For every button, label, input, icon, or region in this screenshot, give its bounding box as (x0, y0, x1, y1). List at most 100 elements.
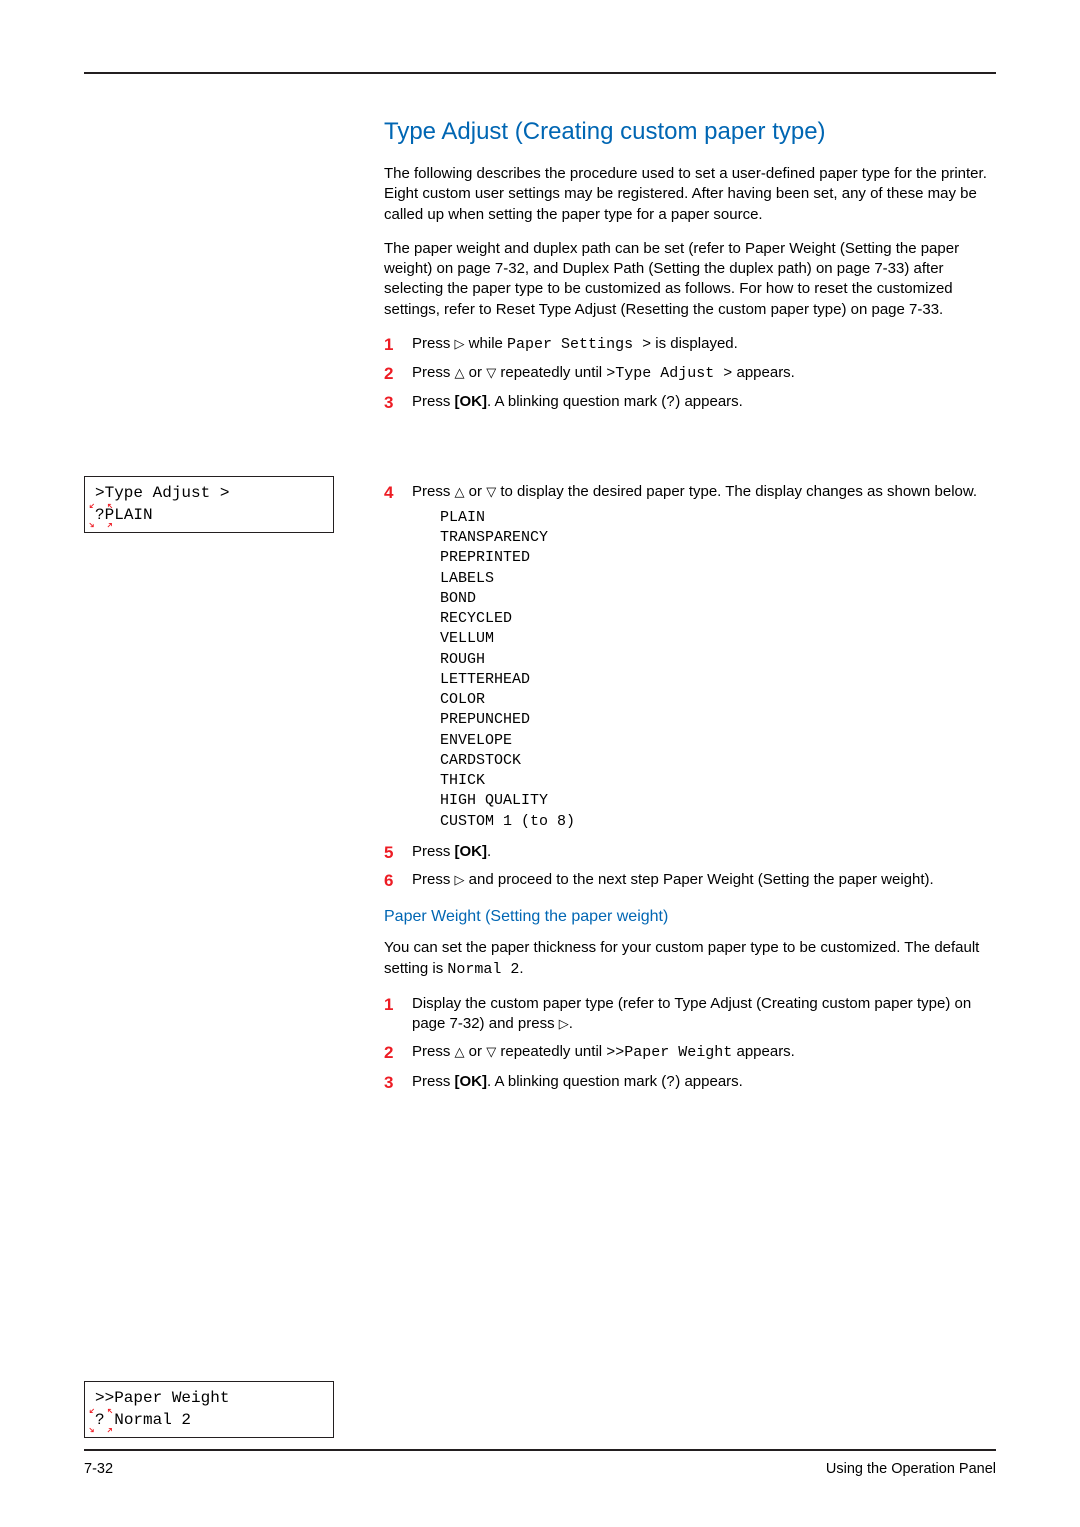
step-text: . A blinking question mark ( (487, 1073, 666, 1090)
step-text: is displayed. (651, 335, 738, 352)
step-text: appears. (732, 1043, 795, 1060)
paper-types-list: PLAINTRANSPARENCYPREPRINTEDLABELSBONDREC… (412, 508, 988, 832)
step-item: Press △ or ▽ repeatedly until >>Paper We… (384, 1042, 988, 1063)
paper-type-item: HIGH QUALITY (440, 791, 988, 811)
spacer (84, 118, 356, 476)
step-item: Press △ or ▽ repeatedly until >Type Adju… (384, 363, 988, 384)
code-text: >>Paper Weight (606, 1044, 732, 1061)
lcd-line-2: ➔ ➔ ➔ ➔ ? PLAIN (95, 505, 323, 527)
step-text: Press (412, 335, 455, 352)
step-text: while (465, 335, 508, 352)
cursor-char: ? (95, 1411, 105, 1429)
paper-type-item: VELLUM (440, 629, 988, 649)
steps-list: Press ▷ while Paper Settings > is displa… (384, 334, 988, 891)
step-text: Press (412, 364, 455, 381)
paper-type-item: PREPRINTED (440, 548, 988, 568)
sub-intro-text: . (519, 960, 523, 977)
right-column: Type Adjust (Creating custom paper type)… (384, 118, 996, 1449)
spacer (412, 414, 988, 474)
spacer (84, 533, 356, 1381)
code-text: ? (666, 1074, 675, 1091)
paper-type-item: CUSTOM 1 (to 8) (440, 812, 988, 832)
code-text: >Type Adjust > (606, 365, 732, 382)
step-item: Press [OK]. A blinking question mark (?)… (384, 392, 988, 473)
down-arrow-icon: ▽ (486, 1044, 496, 1059)
footer: 7-32 Using the Operation Panel (84, 1449, 996, 1477)
step-text: or (465, 1043, 487, 1060)
step-text: Display the custom paper type (refer to … (412, 995, 971, 1032)
step-text: . (487, 843, 491, 860)
page-number: 7-32 (84, 1461, 113, 1477)
cursor-arrow-icon: ➔ (84, 520, 96, 532)
paper-type-item: CARDSTOCK (440, 751, 988, 771)
up-arrow-icon: △ (455, 365, 465, 380)
step-text: and proceed to the next step Paper Weigh… (465, 871, 934, 888)
up-arrow-icon: △ (455, 1044, 465, 1059)
section-heading: Type Adjust (Creating custom paper type) (384, 118, 988, 146)
step-text: repeatedly until (496, 364, 606, 381)
right-arrow-icon: ▷ (455, 872, 465, 887)
lcd-line-2: ➔ ➔ ➔ ➔ ? Normal 2 (95, 1410, 323, 1432)
paper-type-item: PLAIN (440, 508, 988, 528)
step-item: Press [OK]. A blinking question mark (?)… (384, 1072, 988, 1093)
lcd-line-1: >Type Adjust > (95, 483, 323, 505)
up-arrow-icon: △ (455, 484, 465, 499)
paper-type-item: TRANSPARENCY (440, 528, 988, 548)
step-text: . (569, 1015, 573, 1032)
step-text: Press (412, 1043, 455, 1060)
down-arrow-icon: ▽ (486, 484, 496, 499)
page: >Type Adjust > ➔ ➔ ➔ ➔ ? PLAIN >>Paper W… (0, 0, 1080, 1527)
paper-type-item: ENVELOPE (440, 731, 988, 751)
footer-label: Using the Operation Panel (826, 1461, 996, 1477)
step-text: Press (412, 393, 455, 410)
paper-type-item: THICK (440, 771, 988, 791)
intro-paragraph: The following describes the procedure us… (384, 164, 988, 225)
sub-intro-paragraph: You can set the paper thickness for your… (384, 938, 988, 980)
content-area: >Type Adjust > ➔ ➔ ➔ ➔ ? PLAIN >>Paper W… (84, 118, 996, 1449)
paper-type-item: PREPUNCHED (440, 710, 988, 730)
cursor-char: ? (95, 506, 105, 524)
paper-type-item: COLOR (440, 690, 988, 710)
step-text: appears. (732, 364, 795, 381)
step-text: ) appears. (675, 393, 743, 410)
step-item: Display the custom paper type (refer to … (384, 994, 988, 1035)
right-arrow-icon: ▷ (559, 1016, 569, 1031)
down-arrow-icon: ▽ (486, 365, 496, 380)
step-text: Press (412, 843, 455, 860)
key-label: [OK] (455, 843, 488, 860)
step-item: Press [OK]. (384, 842, 988, 862)
step-text: or (465, 364, 487, 381)
lcd-value: Normal 2 (105, 1411, 191, 1429)
lcd-paper-weight: >>Paper Weight ➔ ➔ ➔ ➔ ? Normal 2 (84, 1381, 334, 1438)
step-text: Press (412, 871, 455, 888)
step-text: or (465, 483, 487, 500)
step-text: Press (412, 483, 455, 500)
step-item: Press ▷ and proceed to the next step Pap… (384, 870, 988, 890)
code-text: Paper Settings > (507, 336, 651, 353)
step-text: . A blinking question mark ( (487, 393, 666, 410)
footer-rule (84, 1449, 996, 1451)
code-text: Normal 2 (447, 961, 519, 978)
blinking-cursor: ➔ ➔ ➔ ➔ ? (95, 505, 105, 527)
paper-type-item: LETTERHEAD (440, 670, 988, 690)
step-text: to display the desired paper type. The d… (496, 483, 977, 500)
key-label: [OK] (455, 393, 488, 410)
lcd-line-1: >>Paper Weight (95, 1388, 323, 1410)
key-label: [OK] (455, 1073, 488, 1090)
step-text: Press (412, 1073, 455, 1090)
steps-list-2: Display the custom paper type (refer to … (384, 994, 988, 1093)
lcd-type-adjust: >Type Adjust > ➔ ➔ ➔ ➔ ? PLAIN (84, 476, 334, 533)
paper-type-item: ROUGH (440, 650, 988, 670)
step-text: repeatedly until (496, 1043, 606, 1060)
paper-type-item: BOND (440, 589, 988, 609)
right-arrow-icon: ▷ (455, 336, 465, 351)
code-text: ? (666, 394, 675, 411)
step-item: Press △ or ▽ to display the desired pape… (384, 482, 988, 832)
cursor-arrow-icon: ➔ (84, 1426, 96, 1438)
step-text: ) appears. (675, 1073, 743, 1090)
intro-paragraph: The paper weight and duplex path can be … (384, 239, 988, 320)
subsection-heading: Paper Weight (Setting the paper weight) (384, 908, 988, 926)
paper-type-item: RECYCLED (440, 609, 988, 629)
blinking-cursor: ➔ ➔ ➔ ➔ ? (95, 1410, 105, 1432)
left-column: >Type Adjust > ➔ ➔ ➔ ➔ ? PLAIN >>Paper W… (84, 118, 356, 1449)
